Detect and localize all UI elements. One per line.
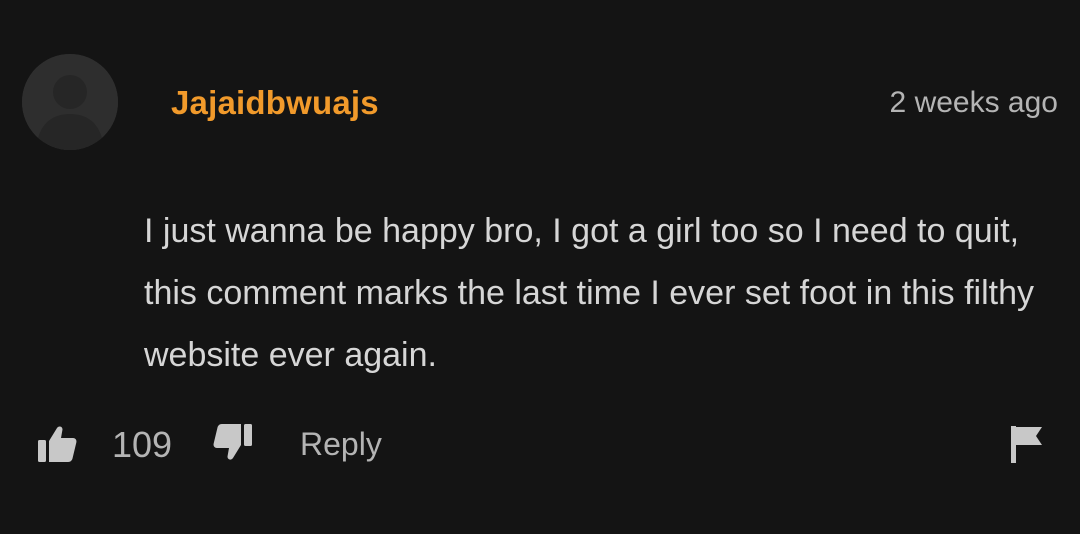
comment-timestamp: 2 weeks ago [889, 86, 1058, 119]
reply-button[interactable]: Reply [300, 426, 382, 463]
thumbs-up-icon[interactable] [36, 422, 78, 464]
comment-username[interactable]: Jajaidbwuajs [171, 84, 379, 122]
thumbs-down-icon[interactable] [212, 422, 254, 464]
comment-body: I just wanna be happy bro, I got a girl … [144, 212, 1034, 374]
flag-icon[interactable] [1008, 424, 1046, 464]
comment-actions: 109 Reply [0, 418, 1080, 474]
comment-card: Jajaidbwuajs 2 weeks ago I just wanna be… [0, 0, 1080, 534]
avatar[interactable] [22, 54, 118, 150]
user-silhouette-icon [22, 54, 118, 150]
like-count: 109 [112, 424, 173, 465]
